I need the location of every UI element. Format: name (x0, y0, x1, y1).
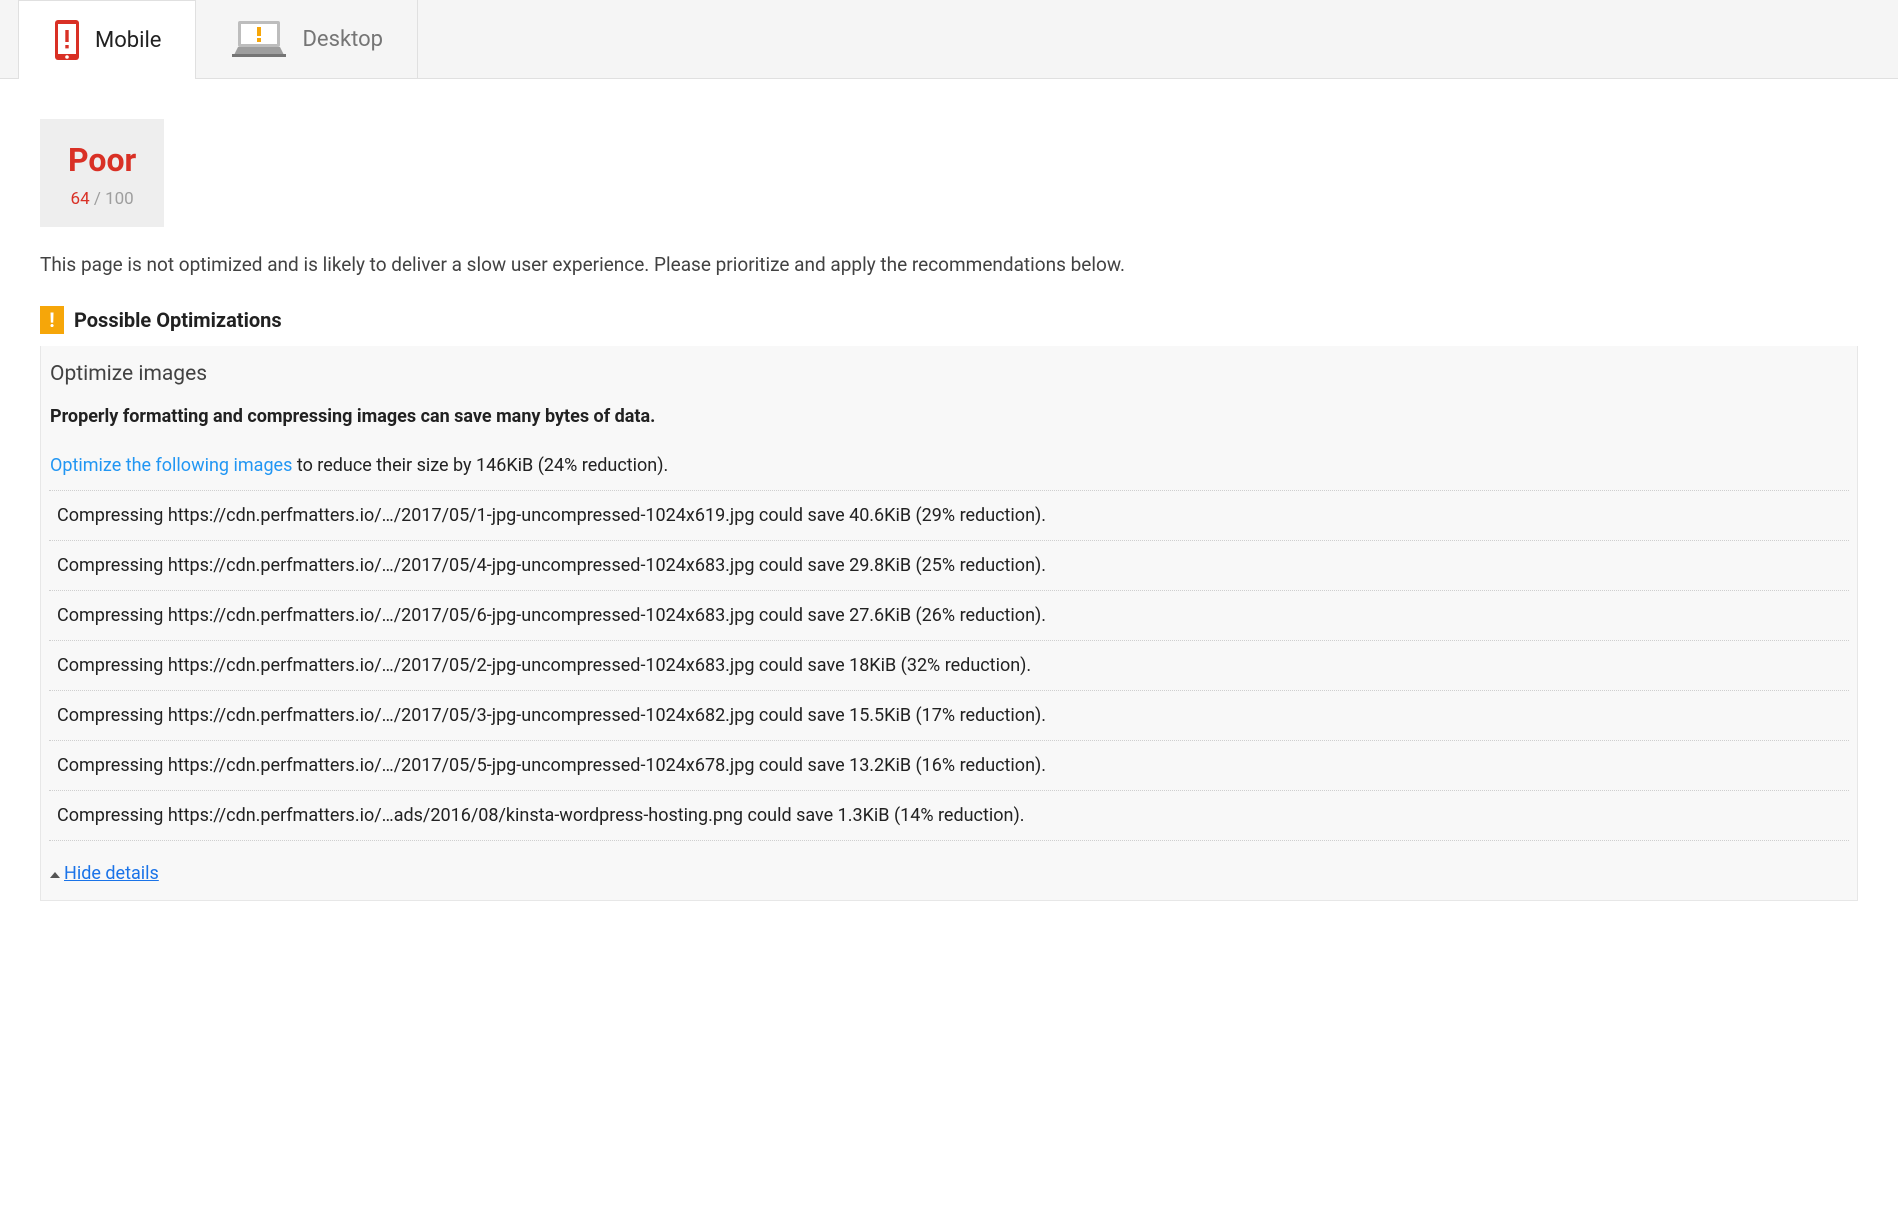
list-item: Compressing https://cdn.perfmatters.io/…… (49, 741, 1849, 791)
tabs-bar: Mobile Desktop (0, 0, 1898, 79)
score-label: Poor (68, 141, 136, 179)
mobile-icon (53, 19, 81, 61)
optimization-list: Compressing https://cdn.perfmatters.io/…… (49, 490, 1849, 841)
summary-text: This page is not optimized and is likely… (40, 253, 1858, 276)
optimization-bold: Properly formatting and compressing imag… (49, 406, 1849, 427)
tab-mobile-label: Mobile (95, 28, 161, 53)
desktop-icon (230, 19, 288, 59)
optimize-images-link[interactable]: Optimize the following images (50, 455, 292, 476)
warning-icon: ! (40, 306, 64, 334)
optimization-subtitle: Optimize images (49, 362, 1849, 386)
content-area: Poor 64 / 100 This page is not optimized… (0, 79, 1898, 931)
hide-details-link[interactable]: Hide details (64, 863, 159, 884)
section-title: Possible Optimizations (74, 308, 282, 332)
list-item: Compressing https://cdn.perfmatters.io/…… (49, 691, 1849, 741)
tab-mobile[interactable]: Mobile (18, 0, 196, 79)
section-header: ! Possible Optimizations (40, 306, 1858, 334)
list-item: Compressing https://cdn.perfmatters.io/…… (49, 491, 1849, 541)
score-value: 64 / 100 (68, 189, 136, 209)
triangle-up-icon (50, 872, 60, 878)
hide-details-row: Hide details (49, 863, 1849, 884)
score-number: 64 (71, 189, 90, 209)
optimization-panel: Optimize images Properly formatting and … (40, 346, 1858, 901)
score-box: Poor 64 / 100 (40, 119, 164, 227)
optimization-line: Optimize the following images to reduce … (49, 455, 1849, 476)
score-sep: / (90, 189, 105, 209)
tab-desktop[interactable]: Desktop (196, 0, 418, 78)
optimization-tail: to reduce their size by 146KiB (24% redu… (292, 455, 668, 476)
list-item: Compressing https://cdn.perfmatters.io/…… (49, 791, 1849, 841)
tab-desktop-label: Desktop (302, 27, 383, 52)
list-item: Compressing https://cdn.perfmatters.io/…… (49, 591, 1849, 641)
score-total: 100 (105, 189, 134, 209)
list-item: Compressing https://cdn.perfmatters.io/…… (49, 541, 1849, 591)
list-item: Compressing https://cdn.perfmatters.io/…… (49, 641, 1849, 691)
